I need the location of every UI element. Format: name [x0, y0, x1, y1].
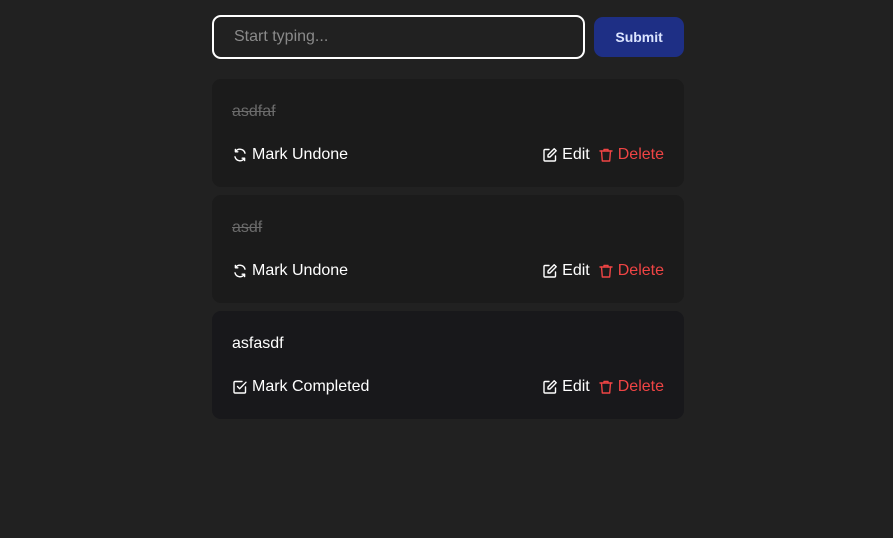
delete-button[interactable]: Delete [598, 146, 664, 164]
todo-text: asdf [232, 219, 263, 236]
edit-label: Edit [562, 146, 590, 163]
todo-app: Submit asdfaf Mark Undone [212, 15, 684, 427]
todo-card: asdfaf Mark Undone Edit Delete [212, 79, 684, 187]
edit-button[interactable]: Edit [542, 378, 590, 396]
toggle-label: Mark Completed [252, 378, 370, 395]
delete-label: Delete [617, 378, 664, 395]
todo-text: asfasdf [232, 335, 284, 352]
edit-icon [542, 263, 558, 279]
todo-actions: Mark Completed Edit Delete [232, 375, 664, 399]
mark-undone-button[interactable]: Mark Undone [232, 146, 348, 164]
todo-input[interactable] [212, 15, 586, 59]
todo-actions: Mark Undone Edit Delete [232, 259, 664, 283]
add-todo-form: Submit [212, 15, 684, 59]
trash-icon [598, 263, 614, 279]
toggle-label: Mark Undone [252, 146, 349, 163]
edit-label: Edit [562, 378, 590, 395]
edit-label: Edit [562, 262, 590, 279]
delete-label: Delete [617, 262, 664, 279]
edit-delete-group: Edit Delete [542, 262, 664, 280]
todo-list: asdfaf Mark Undone Edit Delete asdf Mark… [212, 79, 684, 419]
trash-icon [598, 147, 614, 163]
toggle-label: Mark Undone [252, 262, 349, 279]
edit-icon [542, 147, 558, 163]
todo-actions: Mark Undone Edit Delete [232, 143, 664, 167]
edit-icon [542, 379, 558, 395]
delete-label: Delete [617, 146, 664, 163]
todo-text: asdfaf [232, 103, 276, 120]
check-square-icon [232, 379, 248, 395]
todo-card: asdf Mark Undone Edit Delete [212, 195, 684, 303]
edit-delete-group: Edit Delete [542, 146, 664, 164]
edit-button[interactable]: Edit [542, 262, 590, 280]
edit-delete-group: Edit Delete [542, 378, 664, 396]
todo-card: asfasdf Mark Completed Edit Delete [212, 311, 684, 419]
submit-button[interactable]: Submit [594, 17, 684, 57]
edit-button[interactable]: Edit [542, 146, 590, 164]
refresh-icon [232, 147, 248, 163]
refresh-icon [232, 263, 248, 279]
trash-icon [598, 379, 614, 395]
delete-button[interactable]: Delete [598, 378, 664, 396]
mark-undone-button[interactable]: Mark Undone [232, 262, 348, 280]
mark-completed-button[interactable]: Mark Completed [232, 378, 369, 396]
delete-button[interactable]: Delete [598, 262, 664, 280]
